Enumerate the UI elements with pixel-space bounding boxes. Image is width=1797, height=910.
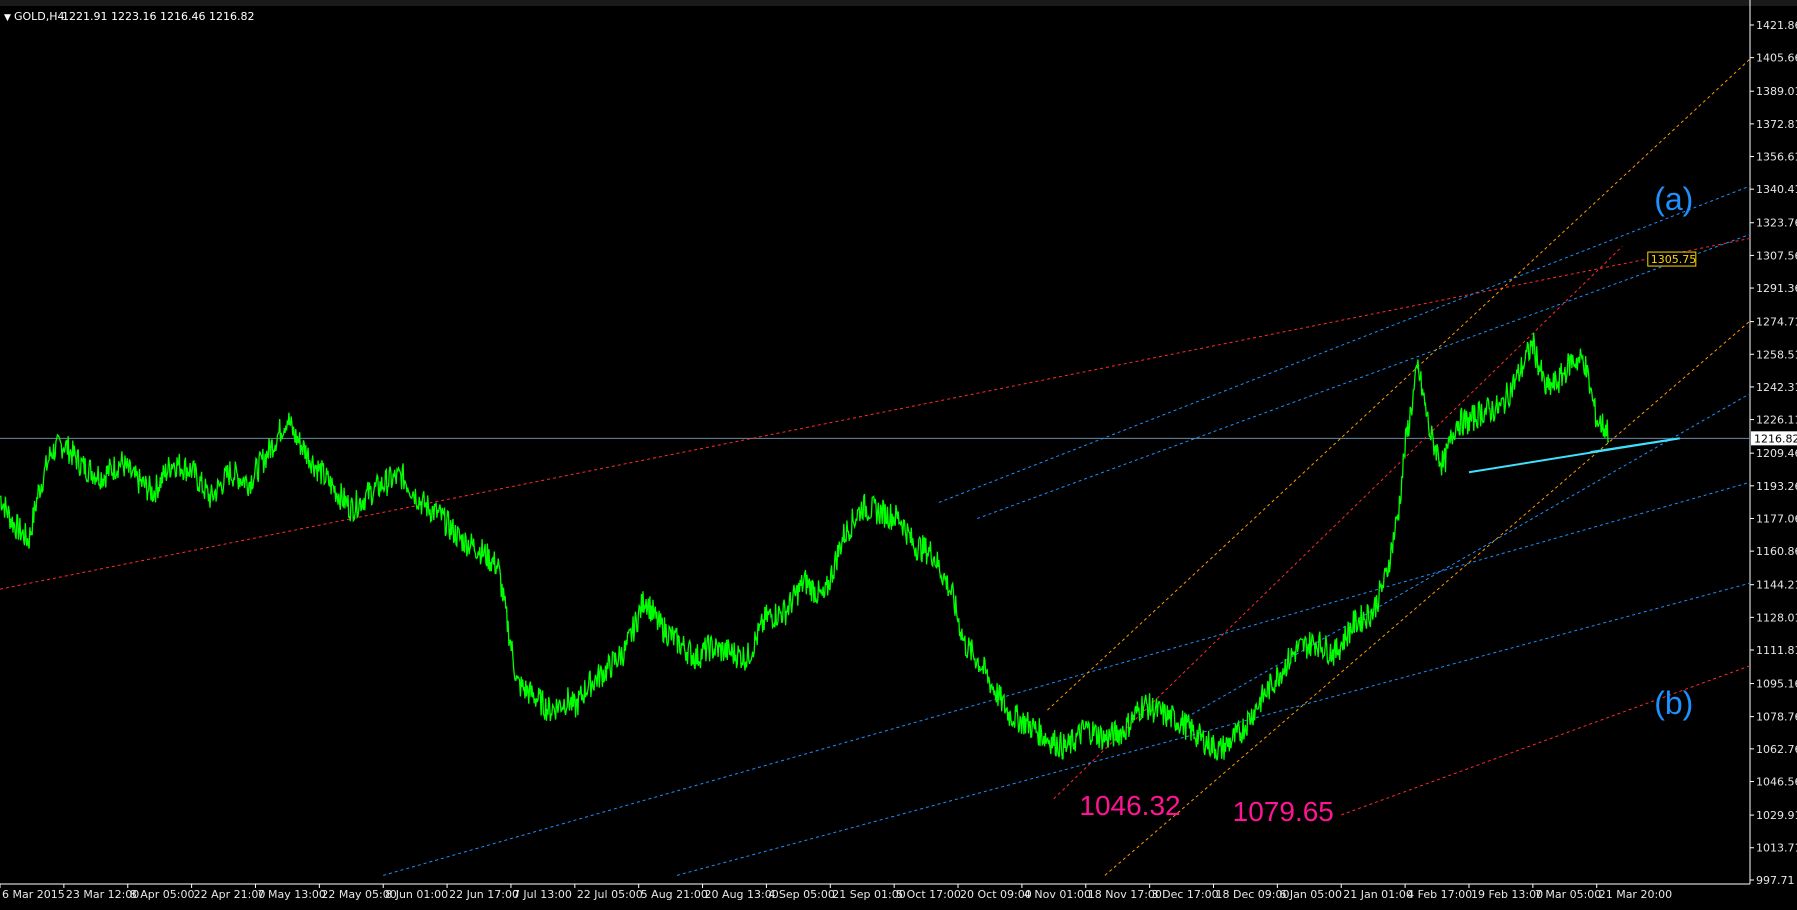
x-tick-label: 20 Oct 09:00	[960, 888, 1032, 901]
price-annotation: 1079.65	[1233, 796, 1334, 827]
y-tick-label: 1421.86	[1756, 19, 1797, 32]
ohlc-readout: 1221.91 1223.16 1216.46 1216.82	[62, 10, 254, 23]
x-tick-label: 4 Sep 05:00	[768, 888, 834, 901]
y-tick-label: 1128.01	[1756, 611, 1797, 624]
chart-annotations: 1046.32 1079.65 (a) (b)	[1079, 181, 1693, 827]
gold-price-line	[0, 332, 1610, 761]
axis-labels: 1421.86 1405.66 1389.01 1372.81 1356.61 1340.…	[0, 19, 1797, 901]
y-tick-label: 1307.56	[1756, 249, 1797, 262]
current-price-label: 1216.82	[1754, 432, 1797, 445]
y-tick-label: 1062.76	[1756, 743, 1797, 756]
x-tick-label: 4 Feb 17:00	[1407, 888, 1472, 901]
y-tick-label: 1372.81	[1756, 118, 1797, 131]
x-tick-label: 5 Aug 21:00	[641, 888, 708, 901]
fib-line[interactable]	[1104, 320, 1751, 876]
y-tick-label: 1046.56	[1756, 776, 1797, 789]
y-tick-label: 1029.91	[1756, 809, 1797, 822]
channel-line[interactable]	[1181, 393, 1751, 721]
trendline-price-label: 1305.75	[1651, 253, 1697, 266]
y-tick-label: 1177.06	[1756, 512, 1797, 525]
y-tick-label: 1323.76	[1756, 217, 1797, 230]
wave-label: (a)	[1654, 181, 1693, 217]
y-tick-label: 1405.66	[1756, 52, 1797, 65]
x-tick-label: 3 Dec 17:00	[1152, 888, 1219, 901]
y-tick-label: 1291.36	[1756, 282, 1797, 295]
y-tick-label: 1274.71	[1756, 316, 1797, 329]
y-tick-label: 1209.46	[1756, 447, 1797, 460]
price-chart[interactable]: 1421.86 1405.66 1389.01 1372.81 1356.61 1340.…	[0, 0, 1797, 910]
trend-line[interactable]	[0, 237, 1751, 590]
channel-line[interactable]	[938, 185, 1751, 503]
y-tick-label: 997.71	[1756, 874, 1795, 887]
chart-header: ▼ GOLD,H4 1221.91 1223.16 1216.46 1216.8…	[4, 10, 254, 23]
price-series	[0, 332, 1610, 761]
y-tick-label: 1078.76	[1756, 711, 1797, 724]
channel-line[interactable]	[977, 233, 1751, 520]
x-tick-label: 22 Jul 05:00	[577, 888, 643, 901]
x-tick-label: 21 Sep 01:00	[832, 888, 905, 901]
x-tick-label: 8 Apr 05:00	[130, 888, 195, 901]
x-tick-label: 7 Mar 05:00	[1535, 888, 1601, 901]
y-tick-label: 1095.16	[1756, 678, 1797, 691]
x-tick-label: 22 Apr 21:00	[194, 888, 266, 901]
support-line[interactable]	[1590, 437, 1680, 454]
y-tick-label: 1356.61	[1756, 151, 1797, 164]
y-tick-label: 1340.41	[1756, 183, 1797, 196]
x-tick-label: 21 Jan 01:00	[1343, 888, 1413, 901]
x-tick-label: 8 Jun 01:00	[385, 888, 448, 901]
x-tick-label: 6 Jan 05:00	[1279, 888, 1342, 901]
y-tick-label: 1389.01	[1756, 85, 1797, 98]
y-tick-label: 1193.26	[1756, 480, 1797, 493]
y-tick-label: 1160.86	[1756, 545, 1797, 558]
x-tick-label: 7 May 13:00	[257, 888, 325, 901]
y-tick-label: 1226.11	[1756, 414, 1797, 427]
x-tick-label: 22 Jun 17:00	[449, 888, 519, 901]
dropdown-arrow-icon[interactable]: ▼	[4, 13, 11, 23]
x-tick-label: 19 Feb 13:00	[1471, 888, 1543, 901]
y-tick-label: 1144.21	[1756, 579, 1797, 592]
x-tick-label: 6 Mar 2015	[2, 888, 65, 901]
x-tick-label: 23 Mar 12:00	[66, 888, 139, 901]
x-tick-label: 5 Oct 17:00	[896, 888, 961, 901]
y-tick-label: 1258.51	[1756, 348, 1797, 361]
fib-line[interactable]	[1047, 58, 1751, 711]
y-tick-label: 1111.81	[1756, 644, 1797, 657]
symbol-title: GOLD,H4	[14, 10, 65, 23]
wave-label: (b)	[1654, 685, 1693, 721]
price-annotation: 1046.32	[1079, 790, 1180, 821]
x-tick-label: 4 Nov 01:00	[1024, 888, 1091, 901]
y-tick-label: 1242.31	[1756, 381, 1797, 394]
channel-line[interactable]	[383, 481, 1751, 876]
channel-line[interactable]	[676, 582, 1751, 876]
x-tick-label: 21 Mar 20:00	[1599, 888, 1672, 901]
x-tick-label: 7 Jul 13:00	[513, 888, 572, 901]
drawn-trendlines[interactable]	[0, 58, 1751, 876]
y-tick-label: 1013.71	[1756, 842, 1797, 855]
chart-axes	[0, 0, 1751, 885]
